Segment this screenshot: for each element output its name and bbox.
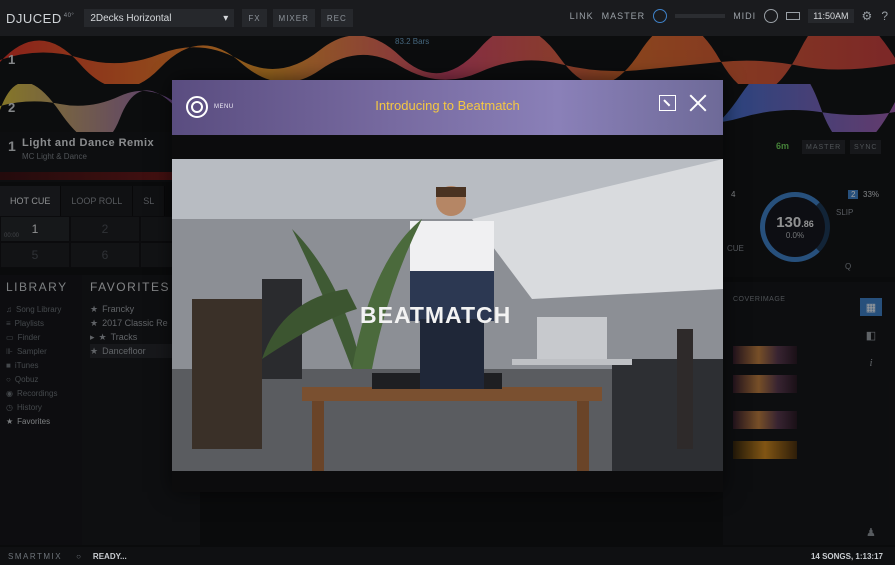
smartmix-toggle-icon[interactable]: ○ — [76, 552, 81, 561]
video-caption: BEATMATCH — [360, 302, 512, 328]
status-text: READY... — [92, 551, 127, 561]
djuced-logo: DJUCED 40° — [6, 10, 75, 26]
mixer-button[interactable]: MIXER — [272, 9, 315, 27]
clock: 11:50AM — [808, 9, 854, 23]
master-level-meter — [675, 14, 726, 18]
top-bar: DJUCED 40° 2Decks Horizontal ▾ FX MIXER RE… — [0, 0, 895, 36]
battery-icon — [786, 12, 801, 20]
master-gain-icon[interactable] — [653, 9, 668, 23]
rec-button[interactable]: REC — [320, 9, 353, 27]
video-player[interactable]: BEATMATCH — [172, 159, 723, 471]
help-icon[interactable]: ? — [881, 9, 889, 23]
chevron-down-icon: ▾ — [223, 12, 229, 24]
expand-icon[interactable] — [659, 95, 676, 111]
tutorial-modal: MENU Introducing to Beatmatch BEATMATCH — [172, 80, 723, 492]
settings-icon[interactable]: ⚙ — [862, 9, 874, 23]
status-bar: SMARTMIX ○ READY... 14 SONGS, 1:13:17 — [0, 547, 895, 565]
midi-button[interactable]: MIDI — [733, 11, 756, 21]
layout-select[interactable]: 2Decks Horizontal ▾ — [84, 9, 235, 27]
modal-header: MENU Introducing to Beatmatch — [172, 80, 723, 135]
headphones-icon[interactable] — [764, 9, 779, 23]
link-button[interactable]: LINK — [570, 11, 594, 21]
song-count: 14 SONGS, 1:13:17 — [810, 551, 883, 561]
modal-title: Introducing to Beatmatch — [375, 98, 520, 113]
smartmix-label[interactable]: SMARTMIX — [8, 552, 62, 561]
fx-button[interactable]: FX — [242, 9, 267, 27]
master-label: MASTER — [601, 11, 646, 21]
close-icon[interactable] — [687, 92, 709, 114]
